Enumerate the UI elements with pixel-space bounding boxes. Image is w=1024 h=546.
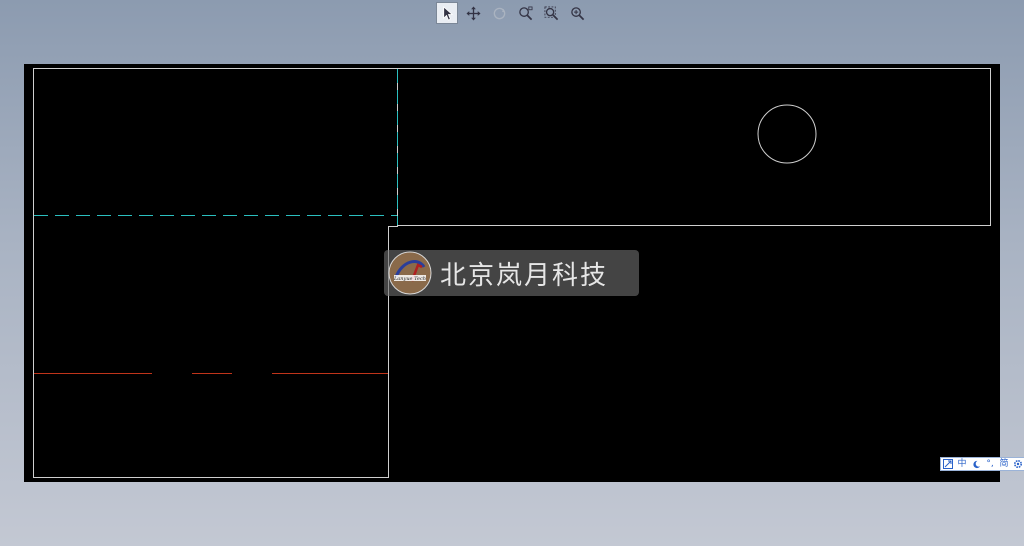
top-view-outline <box>397 68 991 226</box>
lanyue-logo-icon: Lanyue Tech <box>388 251 432 295</box>
zoom-window-button[interactable] <box>514 2 536 24</box>
zoom-window-icon <box>518 6 532 20</box>
zoom-realtime-button[interactable] <box>566 2 588 24</box>
pan-tool-button[interactable] <box>462 2 484 24</box>
rotate-icon <box>493 7 505 19</box>
logo-text: Lanyue Tech <box>393 276 426 282</box>
drawing-canvas[interactable]: Lanyue Tech 北京岚月科技 中 °, 简 <box>24 64 1024 482</box>
rotate-tool-button[interactable] <box>488 2 510 24</box>
zoom-extents-icon <box>544 6 558 20</box>
moon-icon[interactable] <box>969 458 983 470</box>
view-toolbar <box>436 2 588 24</box>
simplified-button[interactable]: 简 <box>997 458 1011 470</box>
select-tool-button[interactable] <box>436 2 458 24</box>
hole-circle <box>757 104 817 164</box>
punctuation-button[interactable]: °, <box>983 458 997 470</box>
zoom-realtime-icon <box>570 6 584 20</box>
ime-chinese-mode-button[interactable]: 中 <box>955 458 969 470</box>
left-view-outline <box>33 68 398 478</box>
watermark-text: 北京岚月科技 <box>440 260 609 291</box>
ime-logo-icon[interactable] <box>941 458 955 470</box>
move-arrows-icon <box>465 5 481 21</box>
ime-toolbar[interactable]: 中 °, 简 <box>940 457 1024 471</box>
gear-icon[interactable] <box>1011 458 1024 470</box>
watermark: Lanyue Tech 北京岚月科技 <box>384 250 639 296</box>
cursor-arrow-icon <box>442 5 453 21</box>
zoom-extents-button[interactable] <box>540 2 562 24</box>
